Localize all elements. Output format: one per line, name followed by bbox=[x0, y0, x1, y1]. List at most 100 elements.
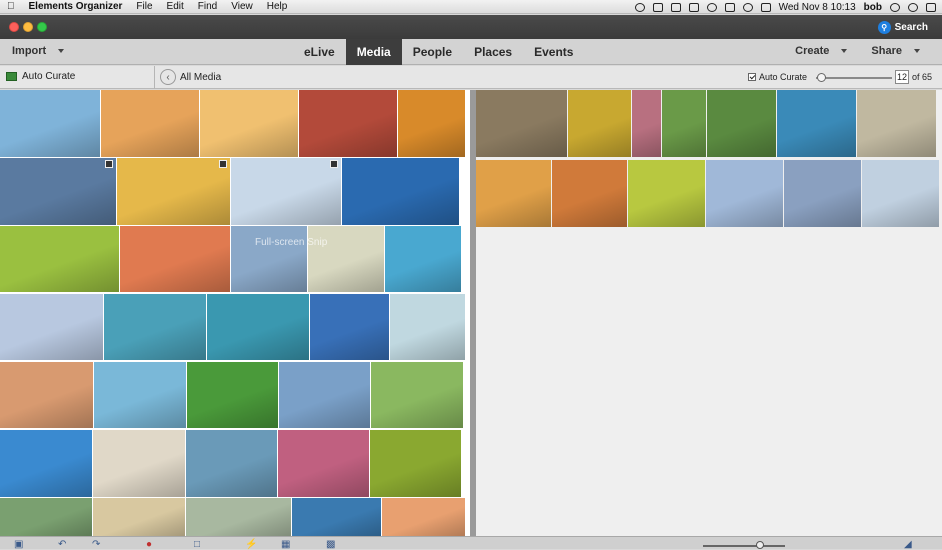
curated-photo-thumbnail[interactable] bbox=[707, 90, 776, 157]
siri-icon[interactable] bbox=[908, 2, 918, 12]
left-photo-thumbnail[interactable] bbox=[370, 430, 461, 497]
close-window-button[interactable] bbox=[9, 22, 19, 32]
dropbox-icon[interactable] bbox=[652, 2, 663, 12]
count-total: of 65 bbox=[912, 72, 933, 82]
cloud-icon[interactable] bbox=[670, 2, 681, 12]
curated-photo-thumbnail[interactable] bbox=[777, 90, 856, 157]
apple-icon[interactable]:  bbox=[0, 1, 22, 12]
left-photo-thumbnail[interactable] bbox=[186, 498, 291, 536]
spotlight-icon[interactable] bbox=[890, 2, 900, 12]
left-photo-thumbnail[interactable] bbox=[398, 90, 465, 157]
count-input[interactable]: 12 bbox=[895, 70, 909, 84]
bluetooth-icon[interactable] bbox=[724, 2, 735, 12]
left-photo-thumbnail[interactable] bbox=[94, 362, 186, 428]
back-button[interactable]: ‹ bbox=[160, 69, 176, 85]
left-photo-thumbnail[interactable] bbox=[385, 226, 461, 292]
menu-view[interactable]: View bbox=[224, 1, 260, 12]
curated-photo-thumbnail[interactable] bbox=[568, 90, 631, 157]
chevron-down-icon bbox=[841, 49, 848, 54]
left-photo-thumbnail[interactable] bbox=[186, 430, 277, 497]
curated-photo-thumbnail[interactable] bbox=[706, 160, 783, 227]
battery-icon[interactable] bbox=[760, 2, 771, 12]
wifi-icon[interactable] bbox=[742, 2, 753, 12]
stack-badge-icon bbox=[219, 160, 227, 168]
menu-find[interactable]: Find bbox=[191, 1, 224, 12]
zoom-slider-track[interactable] bbox=[703, 545, 785, 547]
curated-grid[interactable] bbox=[476, 90, 942, 536]
left-photo-thumbnail[interactable] bbox=[93, 430, 185, 497]
app-menu[interactable]: Elements Organizer bbox=[22, 1, 130, 12]
auto-curate-checkbox[interactable] bbox=[748, 73, 756, 81]
import-button[interactable]: Import bbox=[12, 45, 65, 57]
left-photo-thumbnail[interactable] bbox=[0, 498, 92, 536]
divider bbox=[154, 66, 155, 89]
auto-curate-toggle[interactable]: Auto Curate bbox=[748, 72, 807, 82]
stack-badge-icon bbox=[330, 160, 338, 168]
media-grid[interactable]: Full-screen Snip bbox=[0, 90, 470, 536]
left-photo-thumbnail[interactable] bbox=[117, 158, 230, 225]
menu-bar:  Elements Organizer File Edit Find View… bbox=[0, 0, 942, 14]
left-photo-thumbnail[interactable] bbox=[231, 158, 341, 225]
curated-photo-thumbnail[interactable] bbox=[552, 160, 627, 227]
curated-photo-thumbnail[interactable] bbox=[662, 90, 706, 157]
clock[interactable]: Wed Nov 8 10:13 bbox=[779, 2, 856, 13]
minimize-window-button[interactable] bbox=[23, 22, 33, 32]
left-photo-thumbnail[interactable] bbox=[292, 498, 381, 536]
tab-people[interactable]: People bbox=[402, 39, 463, 65]
curated-photo-thumbnail[interactable] bbox=[476, 160, 551, 227]
time-machine-icon[interactable] bbox=[706, 2, 717, 12]
tab-media[interactable]: Media bbox=[345, 39, 402, 65]
left-photo-thumbnail[interactable] bbox=[104, 294, 206, 360]
window-titlebar: ⚲ Search bbox=[0, 15, 942, 39]
create-button[interactable]: Create bbox=[795, 45, 848, 57]
curate-slider-handle[interactable] bbox=[817, 73, 826, 82]
tab-places[interactable]: Places bbox=[463, 39, 523, 65]
left-photo-thumbnail[interactable] bbox=[200, 90, 298, 157]
curate-slider-track[interactable] bbox=[816, 77, 892, 79]
zoom-slider-handle[interactable] bbox=[756, 541, 764, 549]
user-name[interactable]: bob bbox=[864, 2, 882, 13]
left-photo-thumbnail[interactable] bbox=[231, 226, 307, 292]
menu-edit[interactable]: Edit bbox=[160, 1, 191, 12]
sync-icon[interactable] bbox=[634, 2, 645, 12]
search-button[interactable]: ⚲ Search bbox=[877, 18, 928, 36]
display-icon[interactable] bbox=[688, 2, 699, 12]
left-photo-thumbnail[interactable] bbox=[93, 498, 185, 536]
left-photo-thumbnail[interactable] bbox=[310, 294, 389, 360]
left-photo-thumbnail[interactable] bbox=[101, 90, 199, 157]
left-photo-thumbnail[interactable] bbox=[0, 226, 119, 292]
share-button[interactable]: Share bbox=[871, 45, 920, 57]
left-photo-thumbnail[interactable] bbox=[187, 362, 278, 428]
left-photo-thumbnail[interactable] bbox=[299, 90, 397, 157]
left-photo-thumbnail[interactable] bbox=[0, 294, 103, 360]
notification-center-icon[interactable] bbox=[926, 2, 936, 12]
curated-photo-thumbnail[interactable] bbox=[628, 160, 705, 227]
curated-photo-thumbnail[interactable] bbox=[784, 160, 861, 227]
left-photo-thumbnail[interactable] bbox=[279, 362, 370, 428]
left-photo-thumbnail[interactable] bbox=[390, 294, 465, 360]
left-photo-thumbnail[interactable] bbox=[207, 294, 309, 360]
left-photo-thumbnail[interactable] bbox=[0, 90, 100, 157]
tab-elive[interactable]: eLive bbox=[293, 39, 346, 65]
left-photo-thumbnail[interactable] bbox=[308, 226, 384, 292]
left-photo-thumbnail[interactable] bbox=[342, 158, 459, 225]
auto-curate-panel-header[interactable]: Auto Curate bbox=[6, 71, 75, 82]
view-tabs: eLive Media People Places Events bbox=[293, 39, 584, 65]
create-label: Create bbox=[795, 45, 830, 57]
left-photo-thumbnail[interactable] bbox=[382, 498, 465, 536]
curated-photo-thumbnail[interactable] bbox=[862, 160, 939, 227]
menu-help[interactable]: Help bbox=[260, 1, 295, 12]
left-photo-thumbnail[interactable] bbox=[0, 362, 93, 428]
curated-photo-thumbnail[interactable] bbox=[857, 90, 936, 157]
left-photo-thumbnail[interactable] bbox=[371, 362, 463, 428]
left-photo-thumbnail[interactable] bbox=[0, 430, 92, 497]
curated-photo-thumbnail[interactable] bbox=[632, 90, 661, 157]
left-photo-thumbnail[interactable] bbox=[0, 158, 116, 225]
breadcrumb[interactable]: All Media bbox=[180, 72, 221, 83]
menu-file[interactable]: File bbox=[129, 1, 159, 12]
tab-events[interactable]: Events bbox=[523, 39, 584, 65]
curated-photo-thumbnail[interactable] bbox=[476, 90, 567, 157]
zoom-window-button[interactable] bbox=[37, 22, 47, 32]
left-photo-thumbnail[interactable] bbox=[120, 226, 230, 292]
left-photo-thumbnail[interactable] bbox=[278, 430, 369, 497]
